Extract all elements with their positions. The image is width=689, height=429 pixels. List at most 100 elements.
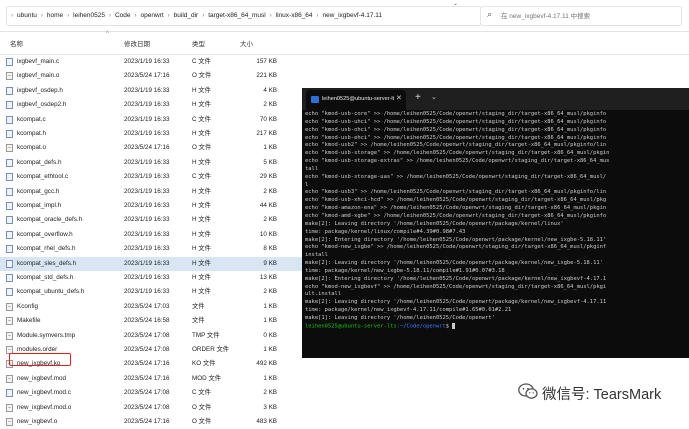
file-type: H 文件 bbox=[192, 158, 211, 166]
breadcrumb-item[interactable]: leihen0525 bbox=[73, 7, 105, 25]
file-date: 2023/1/19 16:33 bbox=[124, 288, 170, 296]
file-row[interactable]: new_ixgbevf.o 2023/5/24 17:16 O 文件 483 KB bbox=[0, 415, 300, 429]
file-row[interactable]: kcompat.c 2023/1/19 16:33 C 文件 70 KB bbox=[0, 113, 300, 127]
file-name: kcompat_overflow.h bbox=[17, 230, 73, 238]
file-row[interactable]: kcompat.h 2023/1/19 16:33 H 文件 217 KB bbox=[0, 127, 300, 141]
file-date: 2023/5/24 17:08 bbox=[124, 403, 170, 411]
file-type: C 文件 bbox=[192, 389, 211, 397]
file-date: 2023/1/19 16:33 bbox=[124, 202, 170, 209]
file-icon bbox=[6, 302, 13, 311]
file-icon bbox=[6, 115, 13, 124]
file-row[interactable]: Makefile 2023/5/24 16:58 文件 1 KB bbox=[0, 314, 300, 328]
breadcrumb-item[interactable]: openwrt bbox=[141, 7, 164, 25]
breadcrumb-item[interactable]: linux-x86_64 bbox=[276, 7, 313, 25]
file-name: ixgbevf_osdep.h bbox=[17, 86, 63, 94]
file-row[interactable]: kcompat_ethtool.c 2023/1/19 16:33 C 文件 29 K… bbox=[0, 170, 300, 184]
file-icon bbox=[6, 101, 13, 110]
terminal-line: echo "kmod-usb-xhci-hcd" >> /home/leihen… bbox=[305, 197, 607, 204]
column-date[interactable]: 修改日期 bbox=[124, 38, 150, 48]
file-icon bbox=[6, 331, 13, 340]
file-name: new_ixgbevf.mod.o bbox=[17, 403, 72, 411]
file-row[interactable]: ixgbevf_osdep2.h 2023/1/19 16:33 H 文件 2 KB bbox=[0, 98, 300, 112]
file-name: kcompat_impl.h bbox=[17, 202, 62, 209]
column-size[interactable]: 大小 bbox=[240, 38, 253, 48]
terminal-line: echo "kmod-new_ixgbevf" >> /home/leihen0… bbox=[305, 283, 607, 290]
column-type[interactable]: 类型 bbox=[192, 38, 205, 48]
file-row[interactable]: kcompat_oracle_defs.h 2023/1/19 16:33 H 文件… bbox=[0, 213, 300, 227]
file-date: 2023/5/24 17:16 bbox=[124, 144, 170, 152]
file-date: 2023/1/19 16:33 bbox=[124, 58, 170, 65]
file-name: kcompat.o bbox=[17, 144, 47, 152]
file-name: ixgbevf_main.c bbox=[17, 58, 59, 65]
file-row[interactable]: kcompat_defs.h 2023/1/19 16:33 H 文件 5 KB bbox=[0, 156, 300, 170]
address-breadcrumb[interactable]: › ubuntu › home › leihen0525 › Code › openwrt › bui… bbox=[6, 6, 482, 26]
file-row[interactable]: ixgbevf_main.c 2023/1/19 16:33 C 文件 157 KB bbox=[0, 55, 300, 69]
file-row[interactable]: Module.symvers.tmp 2023/5/24 17:08 TMP 文件 0… bbox=[0, 329, 300, 343]
terminal-output[interactable]: echo "kmod-usb-core" >> /home/leihen0525… bbox=[305, 111, 689, 331]
file-type: H 文件 bbox=[192, 259, 211, 267]
file-size: 4 KB bbox=[263, 86, 277, 94]
file-row[interactable]: kcompat_impl.h 2023/1/19 16:33 H 文件 44 KB bbox=[0, 199, 300, 213]
terminal-prompt-line[interactable]: leihen0525@ubuntu-server-lts:~/Code/open… bbox=[305, 322, 689, 331]
file-type: C 文件 bbox=[192, 173, 211, 181]
file-row[interactable]: kcompat_std_defs.h 2023/1/19 16:33 H 文件 13 … bbox=[0, 271, 300, 285]
breadcrumb-item[interactable]: new_ixgbevf-4.17.11 bbox=[323, 7, 383, 25]
address-history-chevron-icon[interactable]: ⌄ bbox=[453, 0, 458, 7]
file-row[interactable]: new_ixgbevf.mod.o 2023/5/24 17:08 O 文件 3 KB bbox=[0, 401, 300, 415]
breadcrumb-item[interactable]: home bbox=[47, 7, 63, 25]
terminal-window[interactable]: leihen0525@ubuntu-server-lt ✕ + ⌄ echo "… bbox=[302, 88, 689, 358]
file-row[interactable]: kcompat_rhel_defs.h 2023/1/19 16:33 H 文件 8 … bbox=[0, 242, 300, 256]
file-icon bbox=[6, 418, 13, 426]
file-name: new_ixgbevf.mod.c bbox=[17, 389, 71, 397]
file-row[interactable]: kcompat_overflow.h 2023/1/19 16:33 H 文件 10 … bbox=[0, 228, 300, 242]
terminal-line: echo "kmod-amazon-ena" >> /home/leihen05… bbox=[305, 205, 607, 212]
file-icon bbox=[6, 374, 13, 383]
close-tab-icon[interactable]: ✕ bbox=[396, 94, 402, 102]
new-tab-button[interactable]: + bbox=[415, 92, 421, 103]
file-date: 2023/1/19 16:33 bbox=[124, 216, 170, 224]
file-row[interactable]: new_ixgbevf.mod.c 2023/5/24 17:08 C 文件 2 KB bbox=[0, 386, 300, 400]
file-type: O 文件 bbox=[192, 403, 212, 411]
search-icon: ⌕ bbox=[487, 9, 493, 19]
file-row[interactable]: kcompat.o 2023/5/24 17:16 O 文件 1 KB bbox=[0, 141, 300, 155]
terminal-tab[interactable]: leihen0525@ubuntu-server-lt ✕ bbox=[306, 90, 406, 110]
breadcrumb-separator: › bbox=[316, 13, 319, 19]
prompt-user: leihen0525@ubuntu-server-lts bbox=[305, 323, 397, 330]
breadcrumb-item[interactable]: target-x86_64_musl bbox=[208, 7, 265, 25]
column-name[interactable]: 名称 bbox=[10, 38, 23, 48]
file-type: H 文件 bbox=[192, 202, 211, 209]
file-row[interactable]: ixgbevf_main.o 2023/5/24 17:16 O 文件 221 KB bbox=[0, 69, 300, 83]
file-date: 2023/5/24 17:16 bbox=[124, 72, 170, 80]
search-box[interactable]: ⌕ bbox=[480, 6, 682, 26]
chevron-down-icon[interactable]: ⌄ bbox=[431, 93, 437, 101]
file-size: 2 KB bbox=[263, 288, 277, 296]
file-date: 2023/1/19 16:33 bbox=[124, 115, 170, 123]
file-icon bbox=[6, 259, 13, 268]
file-row[interactable]: Kconfig 2023/5/24 17:03 文件 1 KB bbox=[0, 300, 300, 314]
search-input[interactable] bbox=[501, 7, 677, 25]
file-row[interactable]: kcompat_gcc.h 2023/1/19 16:33 H 文件 2 KB bbox=[0, 185, 300, 199]
file-type: H 文件 bbox=[192, 245, 211, 253]
terminal-line: tall bbox=[305, 165, 319, 172]
file-size: 217 KB bbox=[256, 130, 277, 137]
file-size: 44 KB bbox=[259, 202, 277, 209]
text-cursor bbox=[452, 322, 456, 329]
terminal-line: echo "kmod-usb-storage" >> /home/leihen0… bbox=[305, 150, 610, 157]
breadcrumb-item[interactable]: Code bbox=[115, 7, 131, 25]
terminal-line: make[2]: Leaving directory '/home/leihen… bbox=[305, 260, 603, 267]
file-name: Module.symvers.tmp bbox=[17, 331, 76, 339]
terminal-line: echo "kmod-usb-ehci" >> /home/leihen0525… bbox=[305, 134, 607, 141]
breadcrumb-item[interactable]: ubuntu bbox=[17, 7, 37, 25]
file-row[interactable]: ixgbevf_osdep.h 2023/1/19 16:33 H 文件 4 KB bbox=[0, 84, 300, 98]
file-date: 2023/1/19 16:33 bbox=[124, 259, 170, 267]
file-size: 0 KB bbox=[263, 331, 277, 339]
terminal-line: time: package/kernel/new_ixgbe-5.18.11/c… bbox=[305, 267, 505, 274]
file-size: 1 KB bbox=[263, 317, 277, 325]
file-row[interactable]: new_ixgbevf.mod 2023/5/24 17:16 MOD 文件 1 KB bbox=[0, 372, 300, 386]
file-row[interactable]: kcompat_ubuntu_defs.h 2023/1/19 16:33 H 文件… bbox=[0, 285, 300, 299]
breadcrumb-item[interactable]: build_dir bbox=[174, 7, 199, 25]
terminal-line: make[2]: Entering directory '/home/leihe… bbox=[305, 236, 607, 243]
file-size: 10 KB bbox=[259, 230, 277, 238]
file-icon bbox=[6, 317, 13, 326]
terminal-line: make[2]: Leaving directory '/home/leihen… bbox=[305, 220, 564, 227]
